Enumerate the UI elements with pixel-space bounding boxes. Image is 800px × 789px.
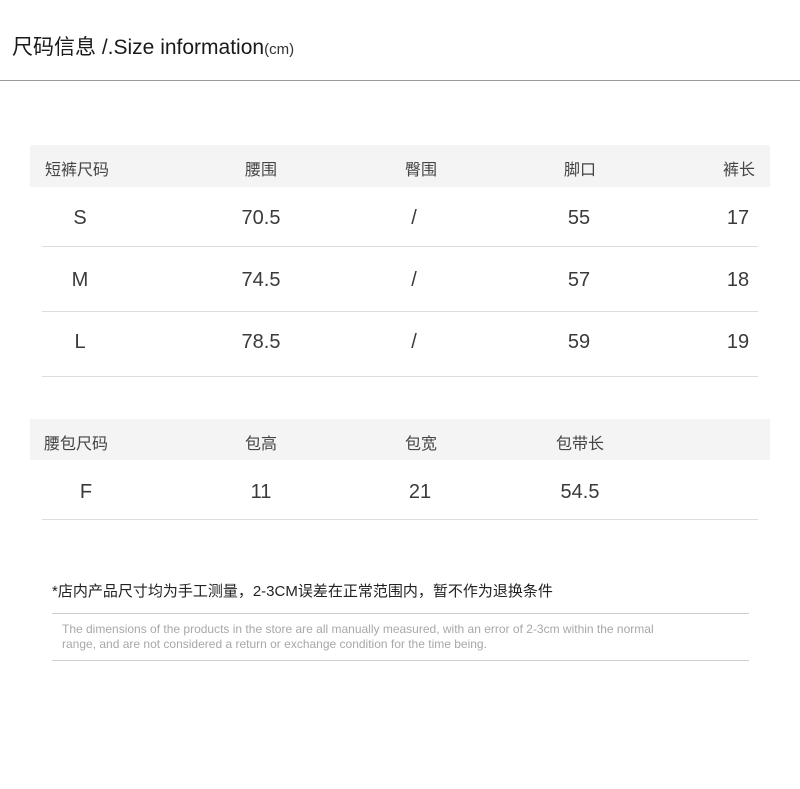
- note-divider: [52, 613, 749, 614]
- length-cell: 18: [726, 269, 750, 291]
- waist-cell: 78.5: [241, 331, 281, 353]
- strap-length-cell: 54.5: [560, 481, 600, 503]
- header-cell: 包高: [244, 436, 278, 453]
- row-divider: [42, 376, 758, 377]
- hip-cell: /: [411, 331, 417, 353]
- measurement-note-cn: *店内产品尺寸均为手工测量，2-3CM误差在正常范围内，暂不作为退换条件: [52, 583, 553, 600]
- waist-cell: 74.5: [241, 269, 281, 291]
- note-divider: [52, 660, 749, 661]
- hip-cell: /: [411, 207, 417, 229]
- leg-opening-cell: 59: [567, 331, 591, 353]
- bag-height-cell: 11: [250, 481, 272, 503]
- shorts-table-header: 短裤尺码 腰围 臀围 脚口 裤长: [30, 145, 770, 187]
- size-cell: M: [71, 269, 89, 291]
- waist-cell: 70.5: [241, 207, 281, 229]
- title-text: 尺码信息 /.Size information: [12, 36, 265, 59]
- hip-cell: /: [411, 269, 417, 291]
- leg-opening-cell: 57: [567, 269, 591, 291]
- row-divider: [42, 519, 758, 520]
- header-cell: 包宽: [404, 436, 438, 453]
- row-divider: [42, 311, 758, 312]
- leg-opening-cell: 55: [567, 207, 591, 229]
- length-cell: 19: [726, 331, 750, 353]
- size-cell: L: [74, 331, 86, 353]
- bag-width-cell: 21: [408, 481, 432, 503]
- page-title: 尺码信息 /.Size information(cm): [12, 31, 294, 61]
- length-cell: 17: [726, 207, 750, 229]
- title-divider: [0, 80, 800, 81]
- measurement-note-en: The dimensions of the products in the st…: [62, 622, 654, 651]
- header-cell: 裤长: [722, 162, 756, 179]
- bag-table-header: 腰包尺码 包高 包宽 包带长: [30, 419, 770, 460]
- unit-label: (cm): [264, 41, 295, 58]
- header-cell: 臀围: [404, 162, 438, 179]
- header-cell: 脚口: [563, 162, 597, 179]
- header-cell: 包带长: [555, 436, 605, 453]
- header-cell: 腰围: [244, 162, 278, 179]
- size-cell: S: [73, 207, 87, 229]
- size-cell: F: [79, 481, 93, 503]
- header-cell: 短裤尺码: [44, 162, 110, 179]
- header-cell: 腰包尺码: [43, 436, 109, 453]
- row-divider: [42, 246, 758, 247]
